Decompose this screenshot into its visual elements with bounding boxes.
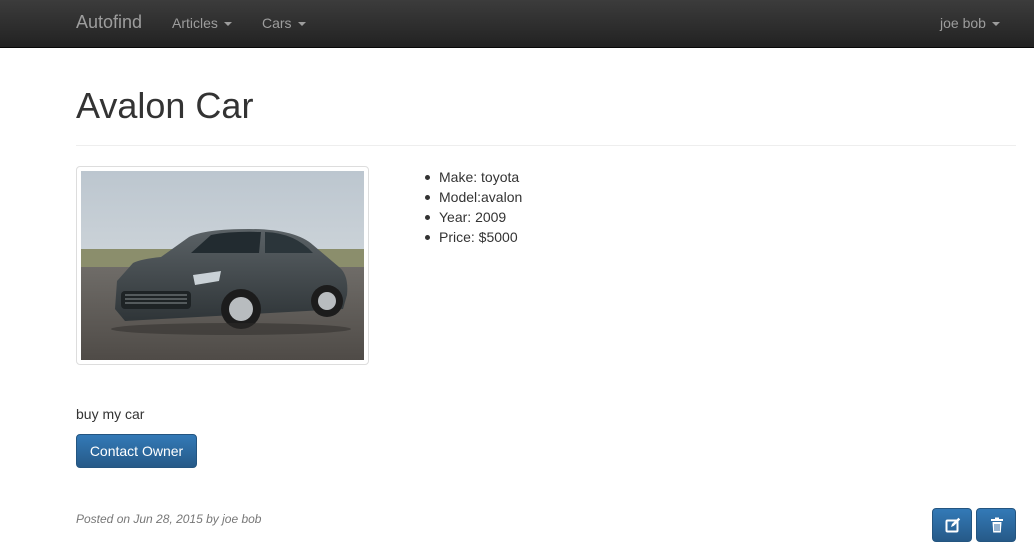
chevron-down-icon bbox=[223, 22, 232, 27]
nav-user-label: joe bob bbox=[940, 15, 986, 31]
brand-link[interactable]: Autofind bbox=[76, 12, 142, 32]
posted-info: Posted on Jun 28, 2015 by joe bob bbox=[76, 512, 262, 526]
page-title: Avalon Car bbox=[76, 85, 254, 126]
list-item: Price: $5000 bbox=[423, 227, 522, 247]
list-item: Year: 2009 bbox=[423, 207, 522, 227]
car-specs-list: Make: toyota Model:avalon Year: 2009 Pri… bbox=[423, 167, 522, 247]
list-item: Model:avalon bbox=[423, 187, 522, 207]
chevron-down-icon bbox=[991, 22, 1000, 27]
header-divider bbox=[76, 145, 1016, 146]
nav-articles-label: Articles bbox=[172, 15, 218, 31]
edit-icon bbox=[945, 517, 961, 533]
navbar: Autofind Articles Cars joe bob bbox=[0, 0, 1034, 48]
car-photo bbox=[81, 171, 364, 360]
nav-cars-label: Cars bbox=[262, 15, 292, 31]
nav-cars-dropdown[interactable]: Cars bbox=[262, 14, 306, 32]
contact-owner-button[interactable]: Contact Owner bbox=[76, 434, 197, 468]
car-thumbnail bbox=[76, 166, 369, 365]
nav-articles-dropdown[interactable]: Articles bbox=[172, 14, 232, 32]
delete-button[interactable] bbox=[976, 508, 1016, 542]
list-item: Make: toyota bbox=[423, 167, 522, 187]
car-description: buy my car bbox=[76, 406, 145, 422]
edit-button[interactable] bbox=[932, 508, 972, 542]
nav-user-dropdown[interactable]: joe bob bbox=[940, 14, 1000, 32]
trash-icon bbox=[991, 517, 1003, 533]
chevron-down-icon bbox=[297, 22, 306, 27]
